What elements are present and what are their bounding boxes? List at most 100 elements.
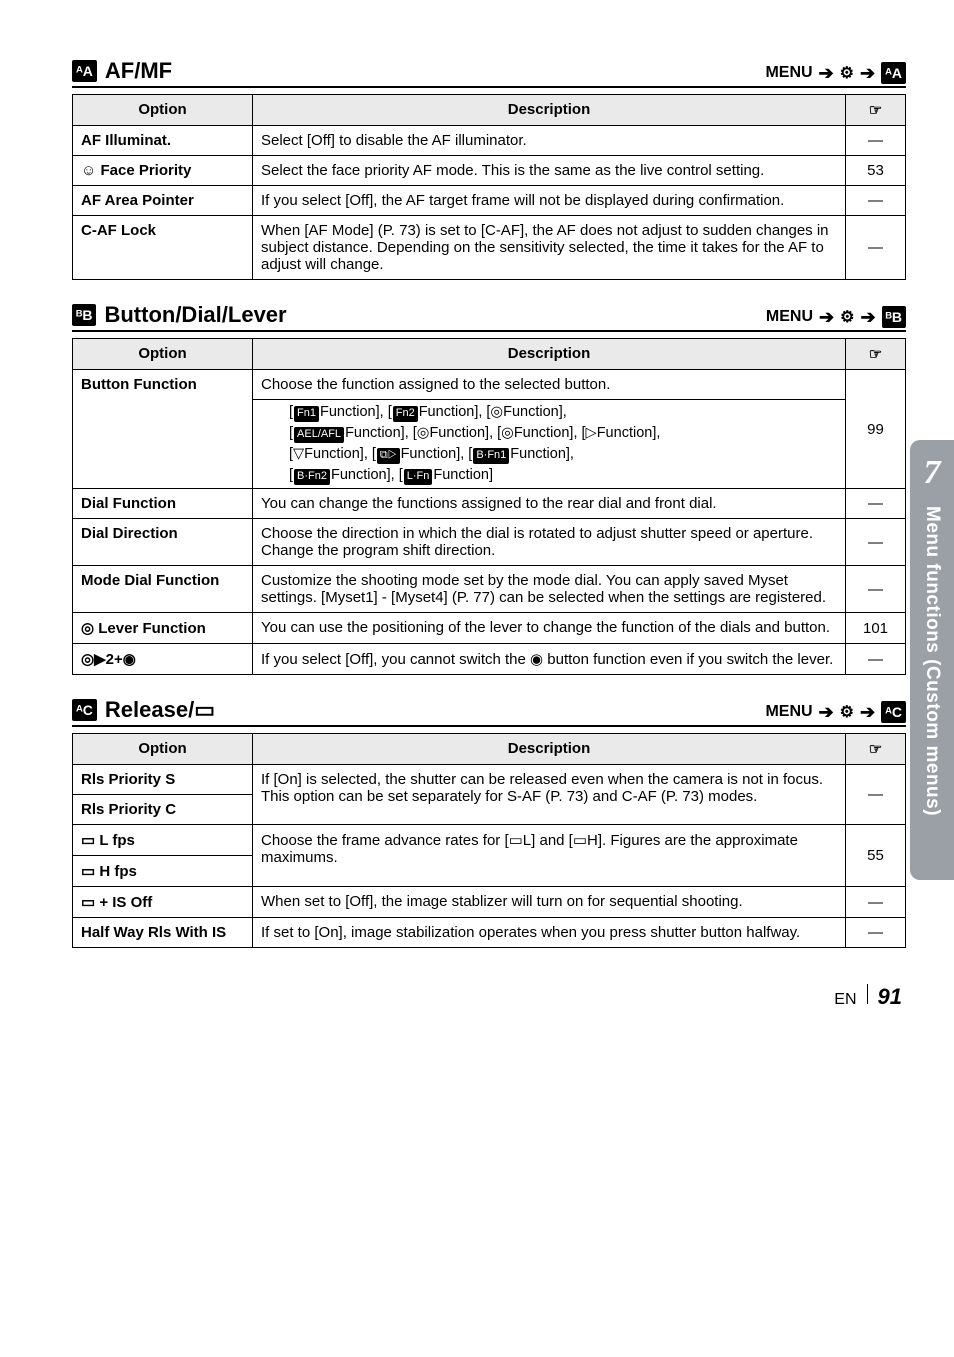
table-row: Half Way Rls With IS If set to [On], ima… (73, 918, 906, 948)
ref-cell: 55 (846, 825, 906, 887)
col-ref: ☞ (846, 95, 906, 126)
arrow-icon: ➔ (860, 307, 875, 328)
menu-path: MENU ➔ ⚙ ➔ ᴬC (765, 701, 906, 723)
desc-cell: If [On] is selected, the shutter can be … (253, 765, 846, 825)
section-title: Release/▭ (105, 697, 215, 723)
desc-cell: When set to [Off], the image stablizer w… (253, 887, 846, 918)
section-badge: ᴮB (72, 304, 96, 326)
ref-cell: — (846, 519, 906, 566)
col-description: Description (253, 734, 846, 765)
table-row: AF Illuminat. Select [Off] to disable th… (73, 126, 906, 156)
option-cell: Rls Priority S (73, 765, 253, 795)
ref-cell: — (846, 918, 906, 948)
desc-cell: If you select [Off], you cannot switch t… (253, 644, 846, 675)
desc-cell: If set to [On], image stabilization oper… (253, 918, 846, 948)
desc-cell: Select [Off] to disable the AF illuminat… (253, 126, 846, 156)
option-cell: AF Illuminat. (73, 126, 253, 156)
desc-cell: You can change the functions assigned to… (253, 489, 846, 519)
desc-cell: When [AF Mode] (P. 73) is set to [C-AF],… (253, 216, 846, 280)
option-cell: Mode Dial Function (73, 566, 253, 613)
col-description: Description (253, 95, 846, 126)
gear-icon: ⚙ (840, 702, 854, 722)
table-row: Rls Priority S If [On] is selected, the … (73, 765, 906, 795)
option-cell: AF Area Pointer (73, 186, 253, 216)
arrow-icon: ➔ (860, 63, 875, 84)
option-cell: ▭ L fps (73, 825, 253, 856)
section-button-dial-lever-header: ᴮB Button/Dial/Lever MENU ➔ ⚙ ➔ ᴮB (72, 302, 906, 332)
txt: Function], [ (320, 404, 392, 420)
txt: Function], [◎Function], (419, 404, 567, 420)
table-row: Dial Function You can change the functio… (73, 489, 906, 519)
section-release-header: ᴬC Release/▭ MENU ➔ ⚙ ➔ ᴬC (72, 697, 906, 727)
desc-cell: If you select [Off], the AF target frame… (253, 186, 846, 216)
col-ref: ☞ (846, 339, 906, 370)
option-cell: C-AF Lock (73, 216, 253, 280)
txt: Function], (510, 446, 574, 462)
lfn-icon: L·Fn (404, 469, 433, 485)
table-button-dial-lever: Option Description ☞ Button Function Cho… (72, 338, 906, 675)
table-row: Dial Direction Choose the direction in w… (73, 519, 906, 566)
table-row: Mode Dial Function Customize the shootin… (73, 566, 906, 613)
page-number: 91 (878, 984, 902, 1010)
ref-cell: 101 (846, 613, 906, 644)
menu-label: MENU (765, 703, 812, 721)
ref-cell: — (846, 644, 906, 675)
txt: Function], [ (331, 467, 403, 483)
table-row: AF Area Pointer If you select [Off], the… (73, 186, 906, 216)
txt: Function], [ (401, 446, 473, 462)
col-description: Description (253, 339, 846, 370)
section-title: Button/Dial/Lever (104, 302, 286, 328)
option-cell: Half Way Rls With IS (73, 918, 253, 948)
menu-label: MENU (766, 308, 813, 326)
ref-cell: — (846, 216, 906, 280)
arrow-icon: ➔ (819, 702, 834, 723)
table-row: Button Function Choose the function assi… (73, 370, 906, 400)
desc-cell: Customize the shooting mode set by the m… (253, 566, 846, 613)
option-cell: Rls Priority C (73, 795, 253, 825)
page-footer: EN 91 (72, 984, 906, 1010)
option-cell: ▭ + IS Off (73, 887, 253, 918)
ref-cell: — (846, 186, 906, 216)
txt: Function], [◎Function], [◎Function], [▷F… (345, 425, 660, 441)
option-cell: Dial Direction (73, 519, 253, 566)
arrow-icon: ➔ (860, 702, 875, 723)
desc-cell: Choose the frame advance rates for [▭L] … (253, 825, 846, 887)
section-af-mf-header: ᴬA AF/MF MENU ➔ ⚙ ➔ ᴬA (72, 58, 906, 88)
footer-separator (867, 984, 868, 1004)
table-af-mf: Option Description ☞ AF Illuminat. Selec… (72, 94, 906, 280)
ref-cell: 99 (846, 370, 906, 489)
ref-cell: — (846, 765, 906, 825)
gear-icon: ⚙ (840, 307, 854, 327)
option-cell: ☺ Face Priority (73, 156, 253, 186)
bfn2-icon: B·Fn2 (294, 469, 330, 485)
table-row: ◎ Lever Function You can use the positio… (73, 613, 906, 644)
desc-cell: Choose the direction in which the dial i… (253, 519, 846, 566)
table-row: ▭ L fps Choose the frame advance rates f… (73, 825, 906, 856)
col-option: Option (73, 734, 253, 765)
target-badge: ᴬC (881, 701, 906, 723)
dpad-icon: ⧉▷ (377, 448, 400, 464)
option-cell: Dial Function (73, 489, 253, 519)
nested-desc-cell: [Fn1Function], [Fn2Function], [◎Function… (253, 400, 846, 489)
table-row: ▭ + IS Off When set to [Off], the image … (73, 887, 906, 918)
lang-label: EN (834, 991, 856, 1009)
desc-cell: Choose the function assigned to the sele… (253, 370, 846, 400)
arrow-icon: ➔ (819, 307, 834, 328)
gear-icon: ⚙ (840, 63, 854, 83)
ref-cell: — (846, 566, 906, 613)
ref-cell: — (846, 489, 906, 519)
txt: Function] (433, 467, 493, 483)
menu-path: MENU ➔ ⚙ ➔ ᴬA (765, 62, 906, 84)
table-release: Option Description ☞ Rls Priority S If [… (72, 733, 906, 948)
option-cell: ▭ H fps (73, 856, 253, 887)
menu-path: MENU ➔ ⚙ ➔ ᴮB (766, 306, 906, 328)
col-ref: ☞ (846, 734, 906, 765)
target-badge: ᴬA (881, 62, 906, 84)
desc-cell: You can use the positioning of the lever… (253, 613, 846, 644)
option-cell: ◎▶2+◉ (73, 644, 253, 675)
arrow-icon: ➔ (819, 63, 834, 84)
bfn1-icon: B·Fn1 (473, 448, 509, 464)
table-row: C-AF Lock When [AF Mode] (P. 73) is set … (73, 216, 906, 280)
fn2-icon: Fn2 (393, 406, 418, 422)
txt: [▽Function], [ (289, 446, 376, 462)
